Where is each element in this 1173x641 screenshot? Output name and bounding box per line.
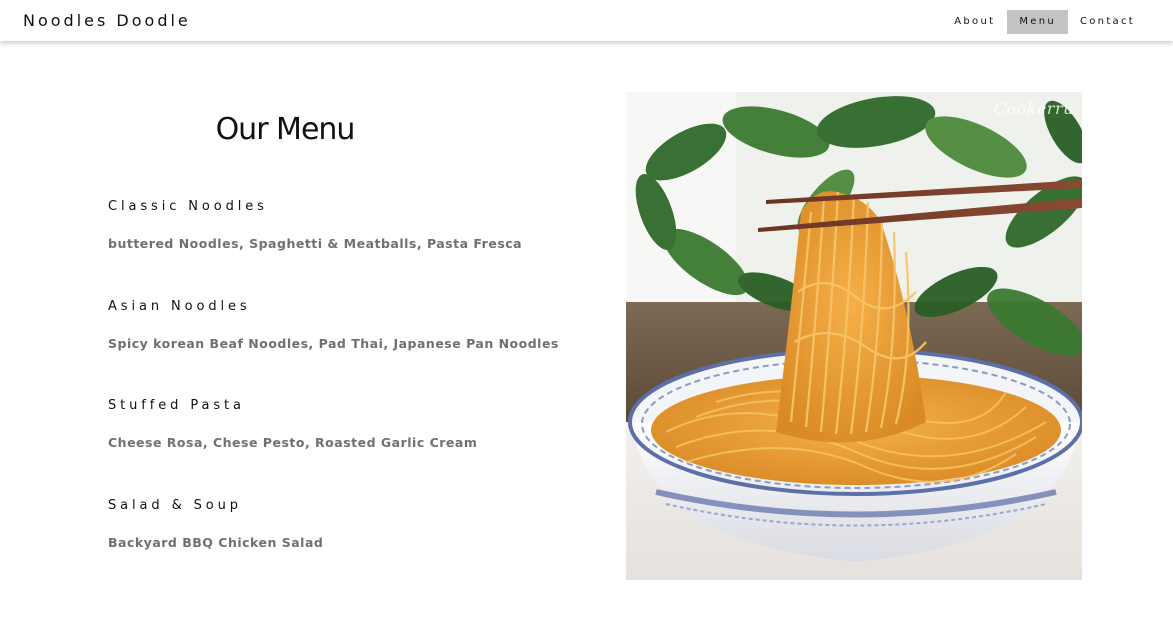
menu-section-stuffed-pasta: Stuffed Pasta Cheese Rosa, Chese Pesto, … <box>108 399 588 499</box>
section-title: Stuffed Pasta <box>108 398 245 413</box>
section-title: Asian Noodles <box>108 298 251 314</box>
menu-list: Classic Noodles buttered Noodles, Spaghe… <box>108 200 588 598</box>
top-nav-bar: Noodles Doodle About Menu Contact <box>0 0 1173 41</box>
noodles-photo: Cookerru <box>626 92 1082 580</box>
nav-item-about[interactable]: About <box>942 10 1007 34</box>
brand-logo-link[interactable]: Noodles Doodle <box>23 11 191 30</box>
main-nav: About Menu Contact <box>942 10 1147 34</box>
section-items: Spicy korean Beaf Noodles, Pad Thai, Jap… <box>108 335 559 351</box>
section-items: buttered Noodles, Spaghetti & Meatballs,… <box>108 236 523 251</box>
menu-section-salad-soup: Salad & Soup Backyard BBQ Chicken Salad <box>108 497 588 599</box>
noodles-bowl-image <box>626 92 1082 580</box>
nav-item-contact[interactable]: Contact <box>1068 10 1147 34</box>
photo-watermark: Cookerru <box>993 99 1074 118</box>
section-items: Backyard BBQ Chicken Salad <box>108 534 324 550</box>
section-title: Classic Noodles <box>108 199 268 214</box>
nav-item-menu[interactable]: Menu <box>1007 10 1068 34</box>
menu-section-asian-noodles: Asian Noodles Spicy korean Beaf Noodles,… <box>108 298 588 400</box>
section-items: Cheese Rosa, Chese Pesto, Roasted Garlic… <box>108 435 478 450</box>
page-title: Our Menu <box>215 112 356 147</box>
section-title: Salad & Soup <box>108 497 242 513</box>
menu-section-classic-noodles: Classic Noodles buttered Noodles, Spaghe… <box>108 200 588 300</box>
